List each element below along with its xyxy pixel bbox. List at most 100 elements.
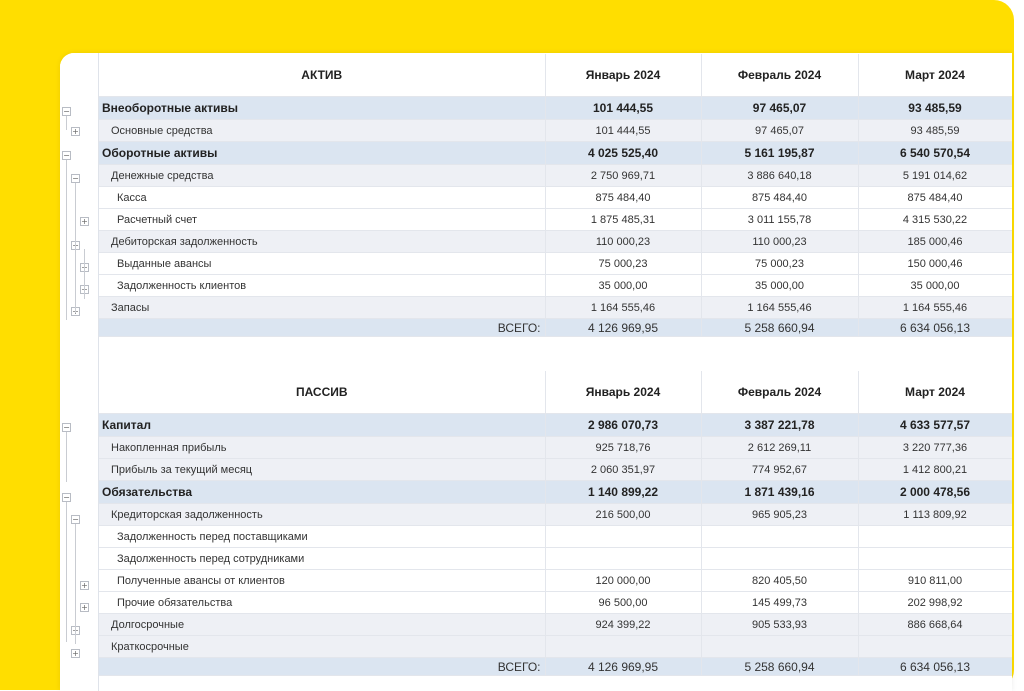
row-value: 93 485,59	[858, 96, 1012, 120]
row-value: 101 444,55	[545, 96, 702, 120]
leaf-row[interactable]: Задолженность клиентов 35 000,00 35 000,00…	[99, 274, 1012, 297]
row-value	[545, 635, 702, 658]
total-label: ВСЕГО:	[99, 318, 546, 337]
total-value: 4 126 969,95	[545, 318, 702, 337]
row-value: 924 399,22	[545, 613, 702, 636]
liabilities-header[interactable]: ПАССИВ	[99, 371, 546, 414]
minus-box-icon[interactable]: −	[71, 515, 80, 524]
total-value: 5 258 660,94	[701, 318, 859, 337]
row-value: 875 484,40	[545, 186, 702, 209]
assets-header[interactable]: АКТИВ	[99, 54, 546, 97]
row-label: Задолженность перед поставщиками	[99, 525, 546, 548]
leaf-row[interactable]: Прочие обязательства 96 500,00 145 499,73 2…	[99, 591, 1012, 614]
column-month-1[interactable]: Январь 2024	[545, 54, 702, 97]
row-value: 820 405,50	[701, 569, 859, 592]
row-value	[858, 525, 1012, 548]
leaf-row[interactable]: Касса 875 484,40 875 484,40 875 484,40	[99, 186, 1012, 209]
row-value: 35 000,00	[858, 274, 1012, 297]
section-spacer	[99, 340, 1012, 372]
subgroup-row[interactable]: Запасы 1 164 555,46 1 164 555,46 1 164 555,…	[99, 296, 1012, 319]
minus-box-icon[interactable]: −	[71, 174, 80, 183]
column-month-1[interactable]: Январь 2024	[545, 371, 702, 414]
row-value: 925 718,76	[545, 436, 702, 459]
row-value: 1 140 899,22	[545, 480, 702, 504]
tree-connector-line	[75, 524, 76, 644]
row-value: 2 986 070,73	[545, 413, 702, 437]
minus-box-icon[interactable]: −	[62, 423, 71, 432]
row-value: 96 500,00	[545, 591, 702, 614]
row-value	[701, 547, 859, 570]
total-value: 4 126 969,95	[545, 657, 702, 676]
row-label: Внеоборотные активы	[99, 96, 546, 120]
column-month-2[interactable]: Февраль 2024	[701, 371, 859, 414]
row-value: 4 025 525,40	[545, 141, 702, 165]
row-label: Задолженность перед сотрудниками	[99, 547, 546, 570]
minus-box-icon[interactable]: −	[62, 107, 71, 116]
row-label: Накопленная прибыль	[99, 436, 546, 459]
group-row[interactable]: Внеоборотные активы 101 444,55 97 465,07 93…	[99, 96, 1012, 120]
tree-connector-line	[75, 183, 76, 313]
row-value: 774 952,67	[701, 458, 859, 481]
row-value: 886 668,64	[858, 613, 1012, 636]
row-value: 2 000 478,56	[858, 480, 1012, 504]
column-month-2[interactable]: Февраль 2024	[701, 54, 859, 97]
row-value	[701, 635, 859, 658]
leaf-row[interactable]: Выданные авансы 75 000,23 75 000,23 150 000…	[99, 252, 1012, 275]
subgroup-row[interactable]: Основные средства 101 444,55 97 465,07 93 4…	[99, 119, 1012, 142]
row-label: Прочие обязательства	[99, 591, 546, 614]
row-label: Полученные авансы от клиентов	[99, 569, 546, 592]
subgroup-row[interactable]: Денежные средства 2 750 969,71 3 886 640,1…	[99, 164, 1012, 187]
row-value: 93 485,59	[858, 119, 1012, 142]
total-value: 5 258 660,94	[701, 657, 859, 676]
column-month-3[interactable]: Март 2024	[858, 371, 1012, 414]
row-value: 2 060 351,97	[545, 458, 702, 481]
column-month-3[interactable]: Март 2024	[858, 54, 1012, 97]
row-value: 75 000,23	[545, 252, 702, 275]
minus-box-icon[interactable]: −	[62, 493, 71, 502]
row-value: 2 612 269,11	[701, 436, 859, 459]
subgroup-row[interactable]: Прибыль за текущий месяц 2 060 351,97 774 …	[99, 458, 1012, 481]
row-value: 1 113 809,92	[858, 503, 1012, 526]
subgroup-row[interactable]: Дебиторская задолженность 110 000,23 110 0…	[99, 230, 1012, 253]
leaf-row[interactable]: Задолженность перед сотрудниками	[99, 547, 1012, 570]
row-value	[545, 525, 702, 548]
row-value: 35 000,00	[545, 274, 702, 297]
plus-box-icon[interactable]: +	[71, 127, 80, 136]
plus-box-icon[interactable]: +	[80, 217, 89, 226]
row-value: 145 499,73	[701, 591, 859, 614]
row-label: Расчетный счет	[99, 208, 546, 231]
plus-box-icon[interactable]: +	[80, 603, 89, 612]
group-row[interactable]: Обязательства 1 140 899,22 1 871 439,16 2 0…	[99, 480, 1012, 504]
subgroup-row[interactable]: Накопленная прибыль 925 718,76 2 612 269,1…	[99, 436, 1012, 459]
tree-connector-line	[84, 249, 85, 299]
total-value: 6 634 056,13	[858, 318, 1012, 337]
total-label: ВСЕГО:	[99, 657, 546, 676]
row-value: 965 905,23	[701, 503, 859, 526]
leaf-row[interactable]: Расчетный счет 1 875 485,31 3 011 155,78 4 …	[99, 208, 1012, 231]
row-label: Краткосрочные	[99, 635, 546, 658]
row-value: 910 811,00	[858, 569, 1012, 592]
leaf-row[interactable]: Полученные авансы от клиентов 120 000,00 8…	[99, 569, 1012, 592]
liabilities-total-row: ВСЕГО: 4 126 969,95 5 258 660,94 6 634 0…	[99, 657, 1012, 676]
row-label: Выданные авансы	[99, 252, 546, 275]
row-value: 150 000,46	[858, 252, 1012, 275]
row-value: 2 750 969,71	[545, 164, 702, 187]
minus-box-icon[interactable]: −	[62, 151, 71, 160]
row-label: Денежные средства	[99, 164, 546, 187]
assets-table: АКТИВ Январь 2024 Февраль 2024 Март 2024…	[99, 54, 1012, 337]
assets-total-row: ВСЕГО: 4 126 969,95 5 258 660,94 6 634 0…	[99, 318, 1012, 337]
row-value: 110 000,23	[701, 230, 859, 253]
subgroup-row[interactable]: Долгосрочные 924 399,22 905 533,93 886 668,…	[99, 613, 1012, 636]
row-value: 1 875 485,31	[545, 208, 702, 231]
group-row[interactable]: Оборотные активы 4 025 525,40 5 161 195,87…	[99, 141, 1012, 165]
plus-box-icon[interactable]: +	[80, 581, 89, 590]
total-value: 6 634 056,13	[858, 657, 1012, 676]
subgroup-row[interactable]: Краткосрочные	[99, 635, 1012, 658]
tree-connector-line	[66, 502, 67, 642]
leaf-row[interactable]: Задолженность перед поставщиками	[99, 525, 1012, 548]
group-row[interactable]: Капитал 2 986 070,73 3 387 221,78 4 633 577…	[99, 413, 1012, 437]
subgroup-row[interactable]: Кредиторская задолженность 216 500,00 965 …	[99, 503, 1012, 526]
plus-box-icon[interactable]: +	[71, 649, 80, 658]
tree-connector-line	[66, 160, 67, 320]
row-label: Долгосрочные	[99, 613, 546, 636]
